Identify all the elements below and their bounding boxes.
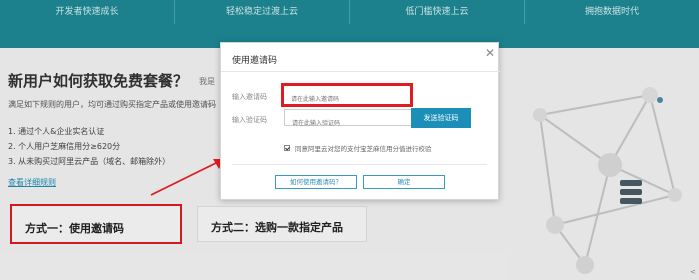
how-to-use-button[interactable]: 如何使用邀请码？	[275, 175, 357, 189]
corner-mark: <	[690, 268, 696, 276]
verify-code-input-wrapper[interactable]	[284, 109, 412, 131]
invite-code-input-wrapper[interactable]	[281, 83, 413, 109]
dialog-footer-divider	[232, 164, 487, 165]
agree-row: 同意阿里云对您的支付宝芝麻信用分值进行校验	[284, 143, 432, 153]
send-verify-code-button[interactable]: 发送验证码	[411, 108, 471, 128]
verify-code-label: 输入验证码	[232, 116, 267, 124]
agree-text: 同意阿里云对您的支付宝芝麻信用分值进行校验	[295, 145, 432, 153]
agree-checkbox[interactable]	[284, 145, 290, 151]
confirm-button[interactable]: 确定	[363, 175, 445, 189]
invite-code-label: 输入邀请码	[232, 93, 267, 101]
verify-code-input[interactable]	[285, 116, 411, 131]
invite-code-dialog: 使用邀请码 ✕ 输入邀请码 输入验证码 发送验证码 同意阿里云对您的支付宝芝麻信…	[220, 42, 500, 200]
invite-code-input[interactable]	[284, 90, 410, 109]
close-icon[interactable]: ✕	[483, 46, 497, 60]
dialog-title: 使用邀请码	[232, 56, 278, 66]
dialog-divider	[221, 71, 500, 72]
